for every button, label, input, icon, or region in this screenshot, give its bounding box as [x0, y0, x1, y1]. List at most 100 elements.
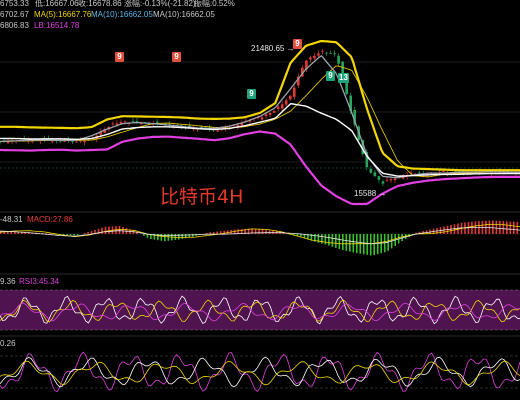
candle-body	[309, 57, 312, 60]
macd-bar	[87, 232, 89, 234]
macd-bar	[362, 234, 365, 255]
chart-title: 比特币4H	[160, 186, 244, 208]
candle-body	[119, 121, 123, 124]
candle-body	[393, 178, 397, 181]
candle-body	[155, 121, 159, 123]
macd-bar	[495, 220, 498, 234]
candle-body	[284, 100, 288, 105]
candle-body	[216, 130, 219, 132]
macd-bar	[369, 234, 372, 256]
macd-bar	[143, 234, 145, 236]
candle-body	[135, 121, 139, 122]
candle-body	[268, 112, 272, 115]
candle-body	[288, 95, 292, 100]
macd-bar	[73, 234, 75, 236]
macd-bar	[453, 224, 456, 234]
macd-bar	[352, 234, 355, 253]
macd-bar	[268, 230, 271, 234]
candle-body	[6, 142, 10, 144]
boll-mid-line	[0, 102, 520, 177]
macd-bar	[331, 234, 334, 247]
macd-bar	[101, 227, 103, 234]
macd-bar	[118, 226, 121, 234]
macd-bar	[258, 229, 260, 234]
candle-body	[337, 55, 340, 64]
macd-dea-line	[0, 227, 520, 245]
candle-body	[317, 53, 320, 56]
macd-bar	[209, 232, 211, 234]
low-price-annotation: 15588 →	[354, 189, 386, 198]
btc-4h-chart	[0, 40, 520, 393]
candle-body	[260, 117, 264, 120]
candle-body	[280, 104, 284, 109]
candle-body	[71, 141, 74, 142]
macd-bar	[335, 234, 337, 248]
macd-bar	[265, 229, 267, 234]
macd-bar	[492, 220, 494, 234]
macd-bar	[324, 234, 327, 245]
kdj-d-line	[0, 360, 520, 386]
candle-body	[111, 123, 115, 125]
candle-body	[188, 125, 191, 127]
macd-bar	[328, 234, 330, 246]
candle-body	[442, 171, 445, 172]
signal-tag-b: 9	[172, 52, 181, 62]
signal-tag-f: 13	[338, 73, 349, 83]
signal-tag-a: 9	[115, 52, 124, 62]
candle-body	[389, 179, 393, 181]
macd-bar	[502, 221, 505, 234]
candle-body	[325, 52, 328, 54]
macd-bar	[212, 231, 215, 234]
candle-body	[83, 141, 86, 143]
macd-bar	[509, 221, 512, 234]
macd-bar	[366, 234, 369, 255]
high-price-label: 21480.65	[251, 44, 285, 53]
candle-body	[272, 111, 276, 113]
macd-bar	[348, 234, 351, 252]
macd-bar	[376, 234, 379, 255]
macd-bar	[191, 234, 194, 237]
macd-bar	[76, 234, 79, 235]
macd-bar	[104, 226, 107, 234]
macd-bar	[90, 231, 93, 234]
low-price-label: 15588	[354, 189, 377, 198]
candle-body	[75, 141, 78, 143]
macd-bar	[516, 221, 519, 234]
macd-bar	[506, 221, 508, 234]
kdj-j-line	[0, 351, 520, 393]
candle-body	[51, 140, 54, 142]
macd-bar	[66, 234, 68, 236]
candle-body	[131, 121, 135, 123]
macd-bar	[380, 234, 383, 254]
candle-body	[63, 141, 66, 142]
candle-body	[313, 55, 316, 59]
macd-bar	[342, 234, 344, 251]
macd-bar	[83, 233, 86, 234]
signal-tag-e: 9	[326, 71, 335, 81]
candle-body	[417, 172, 421, 174]
signal-tag-d: 9	[247, 89, 256, 99]
high-price-annotation: 21480.65 →	[251, 44, 295, 53]
candle-body	[377, 176, 381, 180]
candle-body	[369, 168, 373, 173]
macd-bar	[132, 230, 135, 234]
macd-bar	[513, 221, 515, 234]
macd-bar	[345, 234, 348, 251]
candle-body	[373, 172, 377, 176]
macd-bar	[69, 234, 72, 236]
macd-bar	[108, 226, 110, 234]
macd-bar	[499, 220, 501, 234]
macd-bar	[373, 234, 376, 256]
rsi-band-fill	[0, 290, 520, 330]
candle-body	[292, 87, 296, 97]
candle-body	[385, 180, 389, 182]
low-price-arrow: →	[378, 189, 387, 198]
candle-body	[381, 181, 385, 184]
macd-bar	[216, 231, 218, 234]
candle-body	[425, 175, 429, 177]
ma-slow-line	[0, 65, 520, 178]
candle-body	[123, 121, 127, 123]
candle-body	[321, 50, 324, 52]
macd-bar	[321, 234, 323, 244]
candle-body	[329, 53, 332, 54]
